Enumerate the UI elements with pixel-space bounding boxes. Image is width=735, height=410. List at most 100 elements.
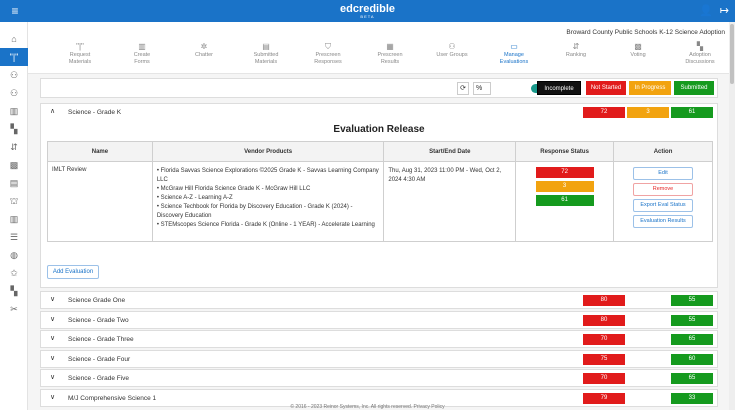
filter-chip-not-started[interactable]: Not Started xyxy=(586,81,626,95)
page-header: Broward County Public Schools K-12 Scien… xyxy=(28,22,735,74)
edit-button[interactable]: Edit xyxy=(633,167,694,180)
left-sidebar: ⌂ "|" ⚇ ⚇ ▥ ▚ ⇵ ▩ ▤ ⛫ ▥ ☰ ◍ ✩ ▚ ✂ xyxy=(0,22,28,410)
sidebar-item-14-icon[interactable]: ▚ xyxy=(0,282,28,300)
main-nav: "|" Request Materials ▥ Create Forms ✲ Chatter ▤… xyxy=(48,42,728,72)
nav-item-label: Voting xyxy=(630,52,646,58)
table-row: IMLT Review • Florida Savvas Science Exp… xyxy=(47,161,713,242)
vendor-products: • Florida Savvas Science Explorations ©2… xyxy=(151,161,385,242)
nav-item-icon: ⚇ xyxy=(448,42,456,51)
evaluation-results-button[interactable]: Evaluation Results xyxy=(633,215,694,228)
grade-row[interactable]: ∨ Science - Grade Two 80 55 xyxy=(40,310,718,329)
nav-item-label: Chatter xyxy=(194,52,214,58)
sidebar-item-5-icon[interactable]: ▚ xyxy=(0,120,28,138)
sidebar-item-0-icon[interactable]: ⌂ xyxy=(0,30,28,48)
nav-item-sublabel: Responses xyxy=(314,59,342,65)
grade-row[interactable]: ∨ Science Grade One 80 55 xyxy=(40,291,718,309)
nav-item-10[interactable]: ▚ Adoption Discussions xyxy=(668,42,732,66)
nav-item-icon: ⛉ xyxy=(325,42,331,51)
nav-item-icon: ▚ xyxy=(696,42,704,51)
remove-button[interactable]: Remove xyxy=(633,183,694,196)
chevron-down-icon[interactable]: ∨ xyxy=(50,334,55,342)
sidebar-item-11-icon[interactable]: ☰ xyxy=(0,228,28,246)
nav-item-0[interactable]: "|" Request Materials xyxy=(48,42,112,66)
not-started-count: 80 xyxy=(583,314,625,326)
sidebar-item-4-icon[interactable]: ▥ xyxy=(0,102,28,120)
sidebar-item-10-icon[interactable]: ▥ xyxy=(0,210,28,228)
add-evaluation-button[interactable]: Add Evaluation xyxy=(47,265,99,279)
col-response-status: Response Status xyxy=(515,141,615,162)
refresh-icon[interactable]: ⟳ xyxy=(457,82,469,95)
submitted-count: 65 xyxy=(671,373,713,384)
submitted-count: 61 xyxy=(671,107,713,118)
eval-dates: Thu, Aug 31, 2023 11:00 PM - Wed, Oct 2,… xyxy=(383,161,517,242)
sidebar-item-7-icon[interactable]: ▩ xyxy=(0,156,28,174)
status-submitted: 61 xyxy=(535,195,594,206)
chevron-up-icon[interactable]: ∧ xyxy=(50,107,55,115)
chevron-down-icon[interactable]: ∨ xyxy=(50,354,55,362)
sidebar-item-15-icon[interactable]: ✂ xyxy=(0,300,28,318)
nav-item-3[interactable]: ▤ Submitted Materials xyxy=(234,42,298,66)
chevron-down-icon[interactable]: ∨ xyxy=(50,315,55,323)
vendor-product-item: • Science Techbook for Florida by Discov… xyxy=(156,204,353,219)
nav-item-label: User Groups xyxy=(436,52,468,58)
district-title: Broward County Public Schools K-12 Scien… xyxy=(566,29,725,36)
scrollbar[interactable] xyxy=(729,22,735,410)
submitted-count: 65 xyxy=(671,334,713,345)
sidebar-item-13-icon[interactable]: ✩ xyxy=(0,264,28,282)
nav-item-2[interactable]: ✲ Chatter xyxy=(172,42,236,59)
nav-item-icon: ▦ xyxy=(386,42,394,51)
chevron-down-icon[interactable]: ∨ xyxy=(50,295,55,303)
not-started-count: 70 xyxy=(583,334,625,345)
sidebar-item-8-icon[interactable]: ▤ xyxy=(0,174,28,192)
nav-item-4[interactable]: ⛉ Prescreen Responses xyxy=(296,42,360,66)
nav-item-6[interactable]: ⚇ User Groups xyxy=(420,42,484,59)
percent-toggle-label[interactable]: % xyxy=(473,82,491,95)
nav-item-sublabel: Evaluations xyxy=(499,59,529,65)
response-status: 72 3 61 xyxy=(515,161,615,242)
export-eval-status-button[interactable]: Export Eval Status xyxy=(633,199,694,212)
not-started-count: 70 xyxy=(583,373,625,384)
nav-item-label: Adoption xyxy=(689,52,711,58)
nav-item-8[interactable]: ⇵ Ranking xyxy=(544,42,608,59)
nav-item-1[interactable]: ▥ Create Forms xyxy=(110,42,174,66)
sidebar-item-3-icon[interactable]: ⚇ xyxy=(0,84,28,102)
grade-k-row[interactable]: ∧ Science - Grade K 72 3 61 xyxy=(40,103,718,121)
nav-item-sublabel: Results xyxy=(380,59,400,65)
nav-item-5[interactable]: ▦ Prescreen Results xyxy=(358,42,422,66)
nav-item-7[interactable]: ▭ Manage Evaluations xyxy=(482,42,546,66)
eval-name: IMLT Review xyxy=(47,161,153,242)
filter-chip-incomplete[interactable]: Incomplete xyxy=(537,81,581,95)
submitted-count: 33 xyxy=(671,392,713,404)
vendor-product-item: • Florida Savvas Science Explorations ©2… xyxy=(156,168,379,183)
app-logo[interactable]: edcredible BETA xyxy=(0,3,735,19)
nav-item-9[interactable]: ▩ Voting xyxy=(606,42,670,59)
nav-item-icon: "|" xyxy=(76,42,84,51)
logout-icon[interactable]: ↦ xyxy=(720,4,729,17)
footer-text: © 2016 - 2023 Reinor Systems, Inc. All r… xyxy=(290,404,445,410)
filter-chip-in-progress[interactable]: In Progress xyxy=(629,81,671,95)
chevron-down-icon[interactable]: ∨ xyxy=(50,373,55,381)
nav-item-sublabel: Forms xyxy=(134,59,150,65)
grade-row[interactable]: ∨ Science - Grade Three 70 65 xyxy=(40,330,718,348)
sidebar-item-9-icon[interactable]: ⛫ xyxy=(0,192,28,210)
not-started-count: 79 xyxy=(583,392,625,404)
grade-name: Science - Grade Four xyxy=(68,355,131,363)
sidebar-item-1-icon[interactable]: "|" xyxy=(0,48,28,66)
sidebar-item-2-icon[interactable]: ⚇ xyxy=(0,66,28,84)
grade-name: Science - Grade K xyxy=(68,109,122,116)
not-started-count: 75 xyxy=(583,353,625,365)
nav-item-label: Create xyxy=(133,52,151,58)
nav-item-label: Ranking xyxy=(565,52,587,58)
sidebar-item-12-icon[interactable]: ◍ xyxy=(0,246,28,264)
user-icon[interactable]: 👤 xyxy=(699,4,713,17)
filter-chip-submitted[interactable]: Submitted xyxy=(674,81,714,95)
sidebar-item-6-icon[interactable]: ⇵ xyxy=(0,138,28,156)
grade-row[interactable]: ∨ Science - Grade Five 70 65 xyxy=(40,369,718,387)
nav-item-label: Prescreen xyxy=(377,52,403,58)
not-started-count: 72 xyxy=(583,107,625,118)
nav-item-icon: ✲ xyxy=(200,42,208,51)
grade-name: Science - Grade Five xyxy=(68,375,130,382)
chevron-down-icon[interactable]: ∨ xyxy=(50,393,55,401)
grade-row[interactable]: ∨ Science - Grade Four 75 60 xyxy=(40,349,718,368)
scrollbar-thumb[interactable] xyxy=(730,24,734,84)
